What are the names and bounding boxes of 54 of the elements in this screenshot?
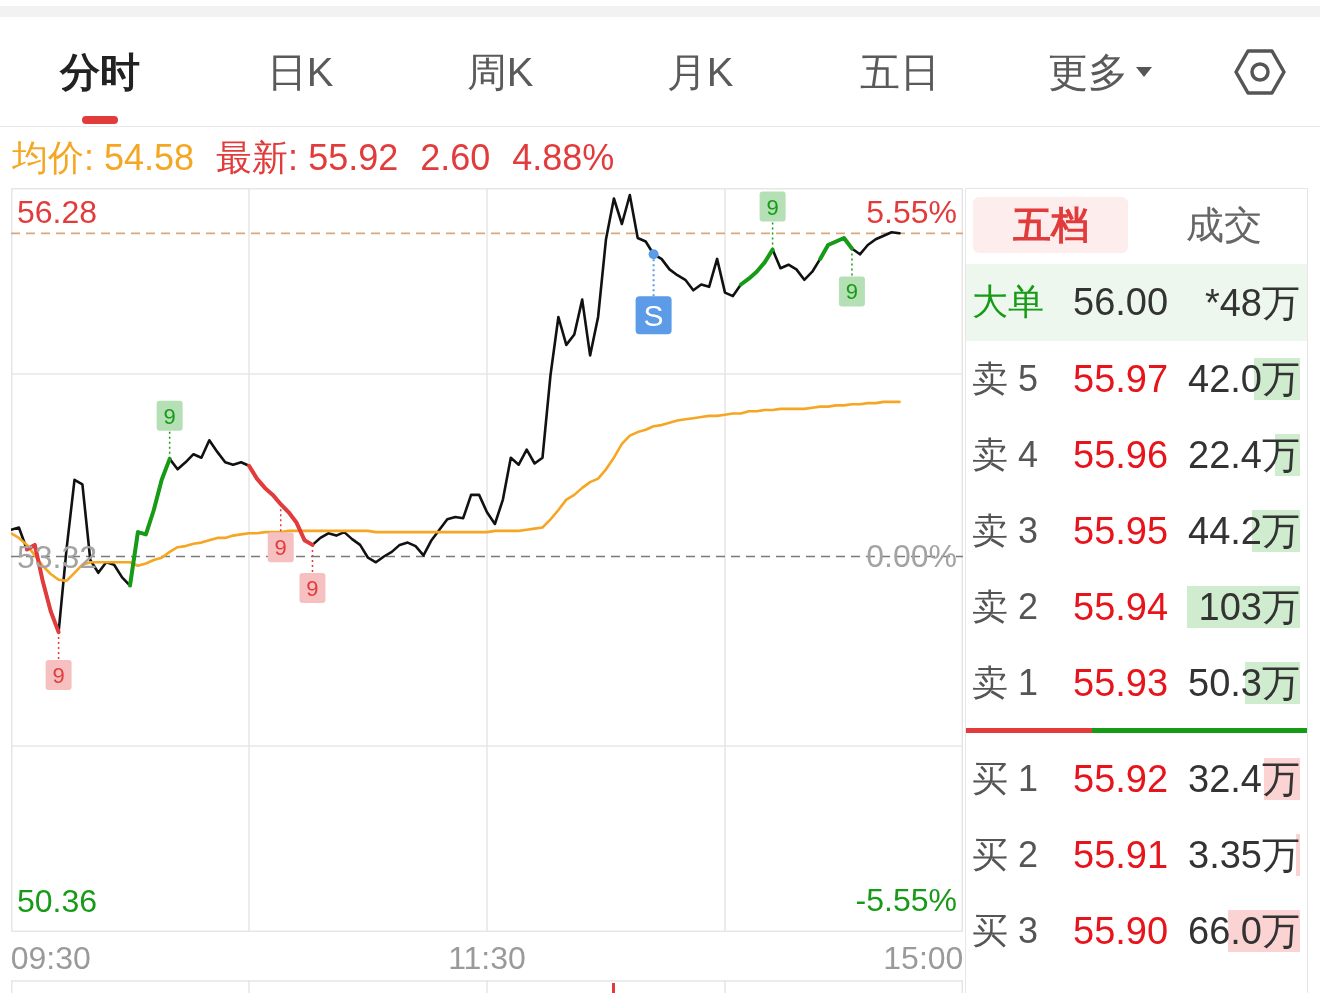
volume-cell: 44.2万 <box>1187 510 1300 552</box>
volume-cell: 32.4万 <box>1187 758 1300 800</box>
period-tab[interactable]: 周K <box>400 17 600 126</box>
price-change: 2.60 <box>420 139 491 176</box>
big-order-label: 大单 <box>972 281 1044 322</box>
price-text: 55.90 <box>1073 909 1169 952</box>
level-label: 买 2 <box>972 833 1039 875</box>
volume-cell: 22.4万 <box>1187 434 1300 476</box>
period-tab[interactable]: 分时 <box>0 17 200 126</box>
axis-label: 09:30 <box>11 940 91 976</box>
order-book-tab[interactable]: 成交 <box>1146 197 1301 253</box>
price-text: 55.94 <box>1073 585 1169 628</box>
volume-cell: 42.0万 <box>1187 358 1300 400</box>
axis-label: 56.28 <box>17 194 98 231</box>
price-text: 55.95 <box>1073 509 1169 552</box>
volume-cell: 3.35万 <box>1187 834 1300 876</box>
price-text: 55.91 <box>1073 833 1169 876</box>
axis-label: 15:00 <box>883 940 963 976</box>
price-text: 55.97 <box>1073 357 1169 400</box>
last-price-value: 55.92 <box>308 139 399 176</box>
axis-label: 0.00% <box>866 538 957 575</box>
level-label: 卖 3 <box>972 509 1039 551</box>
order-book-tab[interactable]: 五档 <box>973 197 1128 253</box>
annotation: 9 <box>766 194 779 220</box>
axis-label: 11:30 <box>448 940 526 976</box>
level-label: 卖 2 <box>972 585 1039 627</box>
period-tab[interactable]: 更多 <box>1000 17 1200 126</box>
big-order-price: 56.00 <box>1073 281 1169 323</box>
big-order-volume: *48万 <box>1204 283 1300 322</box>
caret-icon <box>1136 66 1152 77</box>
axis-label: -5.55% <box>855 882 957 919</box>
volume-cell: 50.3万 <box>1187 662 1300 704</box>
period-tab[interactable]: 日K <box>200 17 400 126</box>
price-text: 55.96 <box>1073 433 1169 476</box>
axis-label: 50.36 <box>17 882 98 919</box>
level-label: 买 1 <box>972 757 1039 799</box>
level-label: 卖 1 <box>972 661 1039 703</box>
annotation: 9 <box>52 663 65 689</box>
volume-cell: 103万 <box>1187 586 1300 628</box>
price-change-percent: 4.88% <box>512 139 615 176</box>
price-text: 55.93 <box>1073 661 1169 704</box>
level-label: 卖 4 <box>972 433 1039 475</box>
settings-icon[interactable] <box>1234 48 1286 95</box>
average-price-label: 均价: <box>12 139 94 176</box>
tab-indicator <box>82 116 118 124</box>
average-price-value: 54.58 <box>104 139 195 176</box>
period-tab[interactable]: 五日 <box>800 17 1000 126</box>
level-label: 卖 5 <box>972 357 1039 399</box>
level-label: 买 3 <box>972 909 1039 951</box>
period-tab[interactable]: 月K <box>600 17 800 126</box>
volume-cell: 66.0万 <box>1187 910 1300 952</box>
axis-label: 5.55% <box>866 194 957 231</box>
price-text: 55.92 <box>1073 757 1169 800</box>
last-price-label: 最新: <box>216 139 299 176</box>
